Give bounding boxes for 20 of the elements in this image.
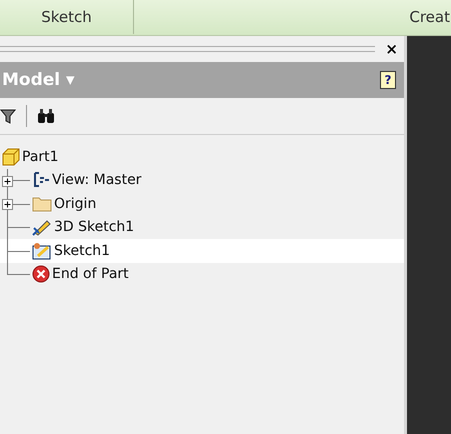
ribbon-tab[interactable]: Sketch [41, 8, 92, 26]
tree-item[interactable]: Sketch1 [0, 239, 404, 262]
tree-item[interactable]: Part1 [22, 148, 59, 165]
view-icon [32, 172, 50, 188]
tree-item[interactable]: End of Part [0, 262, 404, 286]
sketch-icon [32, 242, 52, 260]
binoculars-icon[interactable] [37, 108, 55, 124]
tree-item[interactable]: View: Master [0, 168, 404, 192]
expand-toggle[interactable] [2, 199, 13, 210]
filter-icon[interactable] [0, 108, 16, 124]
tree-item[interactable]: Origin [0, 192, 404, 216]
folder-icon [32, 196, 52, 212]
cube-icon [2, 148, 20, 166]
close-icon[interactable]: × [385, 40, 398, 58]
error-icon [32, 265, 50, 284]
tree-item[interactable]: 3D Sketch1 [0, 216, 404, 239]
pencil-icon [32, 218, 52, 236]
help-icon[interactable]: ? [380, 71, 396, 89]
expand-toggle[interactable] [2, 176, 13, 186]
ribbon-tab[interactable]: Creat [409, 8, 450, 26]
